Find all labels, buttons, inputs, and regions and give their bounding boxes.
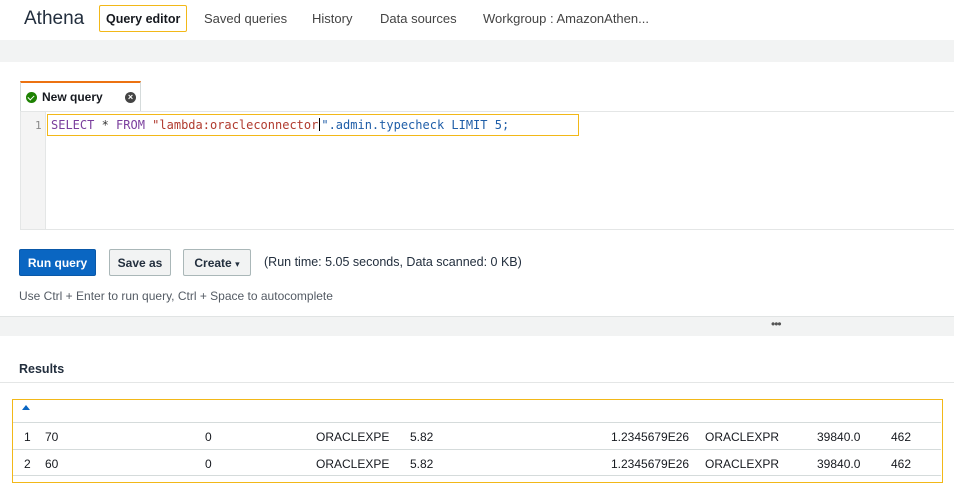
table-source: "lambda:oracleconnector xyxy=(144,118,319,132)
chevron-down-icon: ▾ xyxy=(235,259,240,269)
check-circle-icon xyxy=(26,92,37,103)
query-rest: ".admin.typecheck LIMIT 5; xyxy=(321,118,510,132)
row-index: 1 xyxy=(24,430,31,444)
row-index: 2 xyxy=(24,457,31,471)
results-separator xyxy=(0,382,954,383)
tab-history[interactable]: History xyxy=(312,11,352,26)
table-cell: 0 xyxy=(205,457,212,471)
tab-query-editor[interactable]: Query editor xyxy=(99,5,188,32)
query-tab-label: New query xyxy=(42,90,103,104)
top-navigation: Athena Query editor Saved queries Histor… xyxy=(0,0,954,40)
create-label: Create xyxy=(194,256,232,270)
table-cell: 39840.0 xyxy=(817,457,861,471)
star-token: * xyxy=(94,118,117,132)
header-band xyxy=(0,40,954,62)
table-cell: ORACLEXPR xyxy=(705,430,780,444)
table-cell: 1.2345679E26 xyxy=(611,457,690,471)
table-cell: 5.82 xyxy=(410,430,434,444)
table-cell: 462 xyxy=(891,457,912,471)
table-cell: 462 xyxy=(891,430,912,444)
table-cell: 60 xyxy=(45,457,59,471)
table-cell: 5.82 xyxy=(410,457,434,471)
results-table: 1 70 0 ORACLEXPE 5.82 1.2345679E26 ORACL… xyxy=(12,399,943,483)
table-cell: ORACLEXPE xyxy=(316,430,390,444)
results-title: Results xyxy=(19,362,65,376)
keyword-from: FROM xyxy=(116,118,145,132)
table-cell: ORACLEXPR xyxy=(705,457,780,471)
tab-data-sources[interactable]: Data sources xyxy=(380,11,457,26)
sort-ascending-icon[interactable] xyxy=(22,405,30,410)
table-row: 1 70 0 ORACLEXPE 5.82 1.2345679E26 ORACL… xyxy=(13,422,941,449)
run-info: (Run time: 5.05 seconds, Data scanned: 0… xyxy=(264,255,522,269)
create-dropdown-button[interactable]: Create ▾ xyxy=(183,249,251,276)
sql-query-line[interactable]: SELECT * FROM "lambda:oracleconnector ".a… xyxy=(51,118,509,132)
table-row: 2 60 0 ORACLEXPE 5.82 1.2345679E26 ORACL… xyxy=(13,449,941,476)
line-number: 1 xyxy=(35,119,42,132)
table-cell: 1.2345679E26 xyxy=(611,430,690,444)
line-gutter: 1 xyxy=(21,112,46,229)
sql-editor[interactable]: 1 SELECT * FROM "lambda:oracleconnector "… xyxy=(20,111,954,230)
table-cell: 70 xyxy=(45,430,59,444)
close-icon[interactable]: × xyxy=(125,92,136,103)
save-as-button[interactable]: Save as xyxy=(109,249,171,276)
app-title: Athena xyxy=(24,8,85,29)
panel-divider[interactable]: ••• xyxy=(0,316,954,336)
tab-workgroup[interactable]: Workgroup : AmazonAthen... xyxy=(483,11,649,26)
table-cell: 0 xyxy=(205,430,212,444)
keyword-select: SELECT xyxy=(51,118,95,132)
resize-handle-icon[interactable]: ••• xyxy=(771,317,782,331)
keyboard-hint: Use Ctrl + Enter to run query, Ctrl + Sp… xyxy=(19,289,333,303)
query-tab-new-query[interactable]: New query × xyxy=(20,81,141,111)
table-cell: 39840.0 xyxy=(817,430,861,444)
tab-saved-queries[interactable]: Saved queries xyxy=(204,11,287,26)
run-query-button[interactable]: Run query xyxy=(19,249,96,276)
table-cell: ORACLEXPE xyxy=(316,457,390,471)
